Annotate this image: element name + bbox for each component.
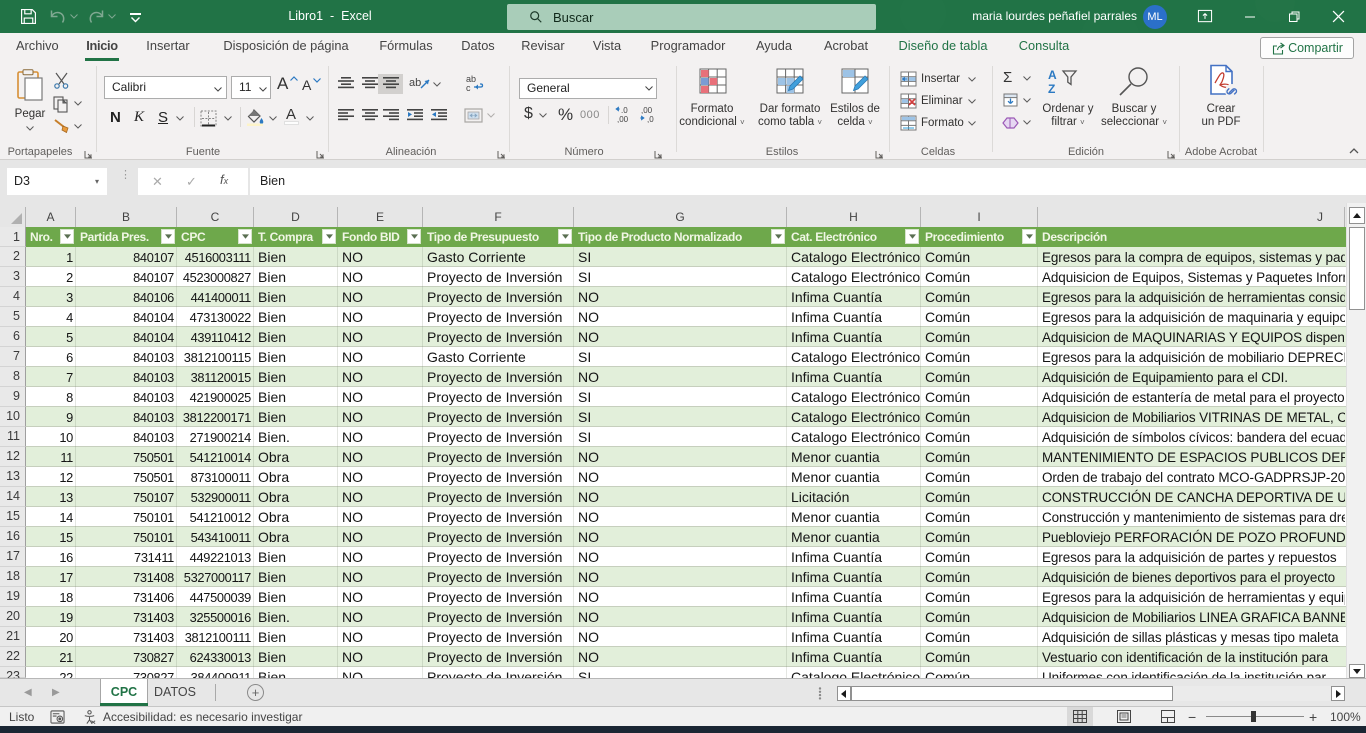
svg-text:c: c — [466, 83, 471, 92]
svg-text:,00: ,00 — [617, 115, 629, 123]
svg-text:,0: ,0 — [647, 115, 654, 123]
svg-text:ab: ab — [409, 77, 421, 89]
svg-text:A: A — [1048, 68, 1057, 82]
svg-text:,00: ,00 — [641, 106, 653, 115]
svg-text:Z: Z — [1048, 82, 1055, 96]
svg-text:.0: .0 — [621, 106, 628, 115]
